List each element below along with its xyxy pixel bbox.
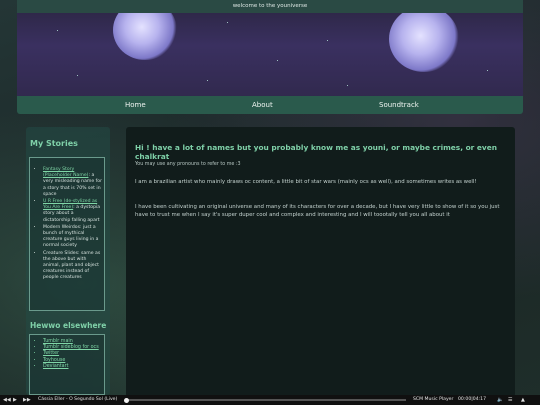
nav-home-link[interactable]: Home [125,101,146,109]
progress-bar[interactable] [123,397,406,403]
player-name: SCM Music Player [413,397,454,402]
expand-icon[interactable]: ▲ [521,395,525,405]
story-item: U R Free (de-stylized as You Are Free): … [43,199,102,224]
list-item: Deviantart [43,364,104,370]
universe-paragraph: I have been cultivating an original univ… [135,204,500,219]
story-item: Modern Weirdos: just a bunch of mythical… [43,225,102,250]
stories-list: Fantasy Story (Placeholder Name): a very… [30,158,104,282]
stories-list-box: Fantasy Story (Placeholder Name): a very… [29,157,105,311]
nav-about-link[interactable]: About [252,101,273,109]
intro-paragraph: I am a brazilian artist who mainly draws… [135,179,477,185]
story-item: Creature Slides: same as the above but w… [43,251,102,282]
story-description: Creature Slides: same as the above but w… [43,250,101,281]
links-list-box: Tumblr main Tumblr sideblog for ocs Twit… [29,334,105,395]
sidebar: My Stories Fantasy Story (Placeholder Na… [26,127,110,395]
twitter-link[interactable]: Twitter [43,351,59,356]
playlist-icon[interactable]: ☰ [508,395,512,405]
music-player-bar: ◀◀ ▶ ▶▶ Cássia Eller - O Segundo Sol (Li… [0,395,540,405]
play-icon[interactable]: ▶ [13,395,17,405]
main-content: Hi ! have a lot of names but you probabl… [126,127,515,397]
track-time: 00:00|04:17 [458,397,487,402]
volume-icon[interactable]: 🔈 [497,395,503,405]
nav-soundtrack-link[interactable]: Soundtrack [379,101,419,109]
next-icon[interactable]: ▶▶ [23,395,31,405]
toyhouse-link[interactable]: Toyhouse [43,358,65,363]
previous-icon[interactable]: ◀◀ [3,395,11,405]
elsewhere-heading: Hewwo elsewhere [30,321,107,330]
story-link-fantasy[interactable]: Fantasy Story (Placeholder Name) [43,167,88,178]
tumblr-sideblog-link[interactable]: Tumblr sideblog for ocs [43,345,99,350]
main-nav: Home About Soundtrack [17,96,523,114]
planet-right-image [389,6,459,72]
progress-handle[interactable] [123,397,129,403]
story-description: Modern Weirdos: just a bunch of mythical… [43,224,99,249]
track-title: Cássia Eller - O Segundo Sol (Live) [38,397,118,402]
pronouns-text: You may use any pronouns to refer to me … [135,162,241,167]
story-item: Fantasy Story (Placeholder Name): a very… [43,167,102,198]
tumblr-main-link[interactable]: Tumblr main [43,339,73,344]
links-list: Tumblr main Tumblr sideblog for ocs Twit… [30,335,104,370]
page-title: Hi ! have a lot of names but you probabl… [135,143,497,161]
welcome-banner-text: welcome to the youniverse [17,0,523,13]
deviantart-link[interactable]: Deviantart [43,364,68,369]
stories-heading: My Stories [30,139,78,148]
